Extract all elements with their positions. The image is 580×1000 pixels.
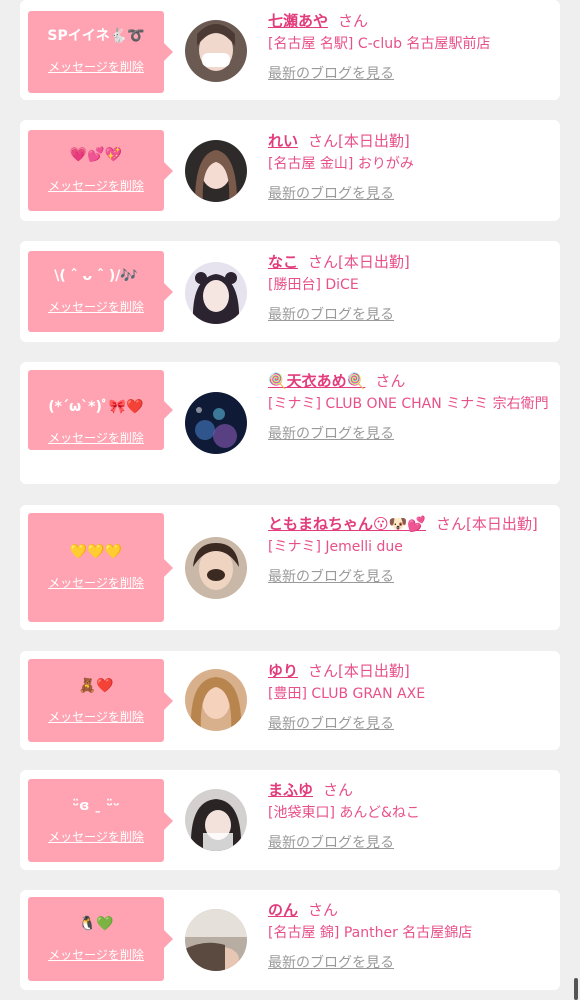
delete-message-link[interactable]: メッセージを削除 [28,59,164,75]
delete-message-link[interactable]: メッセージを削除 [28,178,164,194]
list-item: 🐧💚 メッセージを削除 のん さん [名古屋 錦] Panther 名古屋錦店 最… [20,890,560,990]
shop-info: [豊田] CLUB GRAN AXE [268,686,426,702]
latest-blog-link[interactable]: 最新のブログを見る [268,64,394,84]
honorific: さん [338,12,369,30]
avatar[interactable] [185,909,247,971]
message-bubble: 🧸❤️ メッセージを削除 [28,659,173,742]
message-text: 🐧💚 [78,916,114,932]
honorific: さん [308,901,339,919]
shop-info: [池袋東口] あんど&ねこ [268,805,420,821]
shop-info: [名古屋 名駅] C-club 名古屋駅前店 [268,36,491,52]
avatar[interactable] [185,789,247,851]
girl-name-link[interactable]: れい [268,132,298,150]
message-bubble: 💛💛💛 メッセージを削除 [28,513,173,622]
latest-blog-link[interactable]: 最新のブログを見る [268,184,394,204]
avatar[interactable] [185,392,247,454]
message-text: \( ˆ ᴗ ˆ )/🎶 [54,268,138,284]
latest-blog-link[interactable]: 最新のブログを見る [268,305,394,325]
honorific: さん [323,781,354,799]
message-text: 💛💛💛 [69,544,123,560]
latest-blog-link[interactable]: 最新のブログを見る [268,424,394,444]
message-bubble: 🐧💚 メッセージを削除 [28,897,173,981]
delete-message-link[interactable]: メッセージを削除 [28,947,164,963]
shop-info: [ミナミ] Jemelli due [268,539,403,555]
shop-info: [名古屋 錦] Panther 名古屋錦店 [268,925,473,941]
delete-message-link[interactable]: メッセージを削除 [28,575,164,591]
message-bubble: 💗💕💖 メッセージを削除 [28,130,173,211]
list-item: ᵕ̈ɞ ˍ ᵕ̈ᵕ メッセージを削除 まふゆ さん [池袋東口] あんど&ねこ 最… [20,770,560,870]
message-list: SPイイネ🐇➰ メッセージを削除 七瀬あや さん [名古屋 名駅] C-club … [0,0,580,1000]
honorific: さん[本日出勤] [436,515,538,533]
message-text: (*´ω`*)ﾟ🎀❤️ [48,399,144,415]
list-item: 💛💛💛 メッセージを削除 ともまねちゃん😗🐶💕 さん[本日出勤] [ミナミ] Je… [20,505,560,630]
shop-info: [名古屋 金山] おりがみ [268,156,414,172]
avatar[interactable] [185,669,247,731]
girl-name-link[interactable]: 🍭天衣あめ🍭 [268,372,365,390]
message-text: ᵕ̈ɞ ˍ ᵕ̈ᵕ [72,798,120,814]
girl-name-link[interactable]: ともまねちゃん😗🐶💕 [268,515,426,533]
list-item: SPイイネ🐇➰ メッセージを削除 七瀬あや さん [名古屋 名駅] C-club … [20,0,560,100]
girl-name-link[interactable]: のん [268,901,298,919]
message-bubble: (*´ω`*)ﾟ🎀❤️ メッセージを削除 [28,370,173,450]
message-bubble: ᵕ̈ɞ ˍ ᵕ̈ᵕ メッセージを削除 [28,779,173,862]
honorific: さん[本日出勤] [308,132,410,150]
girl-name-link[interactable]: 七瀬あや [268,12,328,30]
list-item: (*´ω`*)ﾟ🎀❤️ メッセージを削除 🍭天衣あめ🍭 さん [ミナミ] CLUB… [20,362,560,484]
avatar[interactable] [185,537,247,599]
honorific: さん[本日出勤] [308,253,410,271]
delete-message-link[interactable]: メッセージを削除 [28,299,164,315]
message-text: SPイイネ🐇➰ [47,28,145,44]
latest-blog-link[interactable]: 最新のブログを見る [268,567,394,587]
honorific: さん[本日出勤] [308,662,410,680]
list-item: 💗💕💖 メッセージを削除 れい さん[本日出勤] [名古屋 金山] おりがみ 最新… [20,120,560,221]
scrollbar-thumb[interactable] [574,978,578,1000]
latest-blog-link[interactable]: 最新のブログを見る [268,833,394,853]
list-item: 🧸❤️ メッセージを削除 ゆり さん[本日出勤] [豊田] CLUB GRAN A… [20,651,560,750]
girl-name-link[interactable]: ゆり [268,662,298,680]
girl-name-link[interactable]: なこ [268,253,298,271]
message-bubble: SPイイネ🐇➰ メッセージを削除 [28,11,173,93]
girl-name-link[interactable]: まふゆ [268,781,313,799]
delete-message-link[interactable]: メッセージを削除 [28,430,164,446]
latest-blog-link[interactable]: 最新のブログを見る [268,714,394,734]
delete-message-link[interactable]: メッセージを削除 [28,829,164,845]
delete-message-link[interactable]: メッセージを削除 [28,709,164,725]
latest-blog-link[interactable]: 最新のブログを見る [268,953,394,973]
shop-info: [勝田台] DiCE [268,277,359,293]
message-bubble: \( ˆ ᴗ ˆ )/🎶 メッセージを削除 [28,251,173,332]
avatar[interactable] [185,262,247,324]
message-text: 🧸❤️ [78,678,114,694]
message-text: 💗💕💖 [69,147,123,163]
avatar[interactable] [185,140,247,202]
shop-info: [ミナミ] CLUB ONE CHAN ミナミ 宗右衛門 [268,396,549,412]
list-item: \( ˆ ᴗ ˆ )/🎶 メッセージを削除 なこ さん[本日出勤] [勝田台] D… [20,241,560,342]
honorific: さん [375,372,406,390]
avatar[interactable] [185,20,247,82]
